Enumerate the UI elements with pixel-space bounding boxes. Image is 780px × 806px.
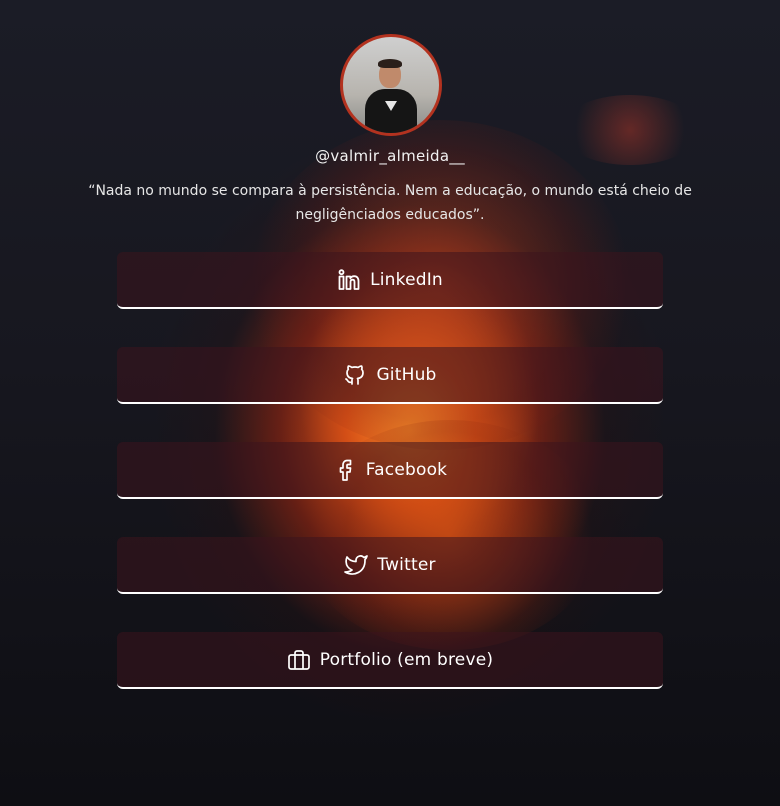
briefcase-icon <box>287 648 311 672</box>
twitter-icon <box>344 553 369 577</box>
avatar <box>340 34 442 136</box>
username: @valmir_almeida__ <box>315 147 465 165</box>
github-icon <box>343 363 367 387</box>
avatar-hair <box>378 59 402 68</box>
linkedin-icon <box>337 268 361 292</box>
facebook-label: Facebook <box>365 459 448 480</box>
twitter-label: Twitter <box>377 554 436 575</box>
twitter-button[interactable]: Twitter <box>117 537 663 594</box>
bio-quote: “Nada no mundo se compara à persistência… <box>88 183 692 223</box>
avatar-shirt <box>365 89 417 133</box>
github-button[interactable]: GitHub <box>117 347 663 404</box>
portfolio-button[interactable]: Portfolio (em breve) <box>117 632 663 689</box>
github-label: GitHub <box>376 364 437 385</box>
facebook-icon <box>333 458 357 482</box>
portfolio-label: Portfolio (em breve) <box>319 649 494 670</box>
avatar-shirt-logo <box>385 101 397 111</box>
linkedin-label: LinkedIn <box>370 269 443 290</box>
link-list: LinkedIn GitHub Facebook Twitter Portfol… <box>117 252 663 727</box>
linkedin-button[interactable]: LinkedIn <box>117 252 663 309</box>
facebook-button[interactable]: Facebook <box>117 442 663 499</box>
